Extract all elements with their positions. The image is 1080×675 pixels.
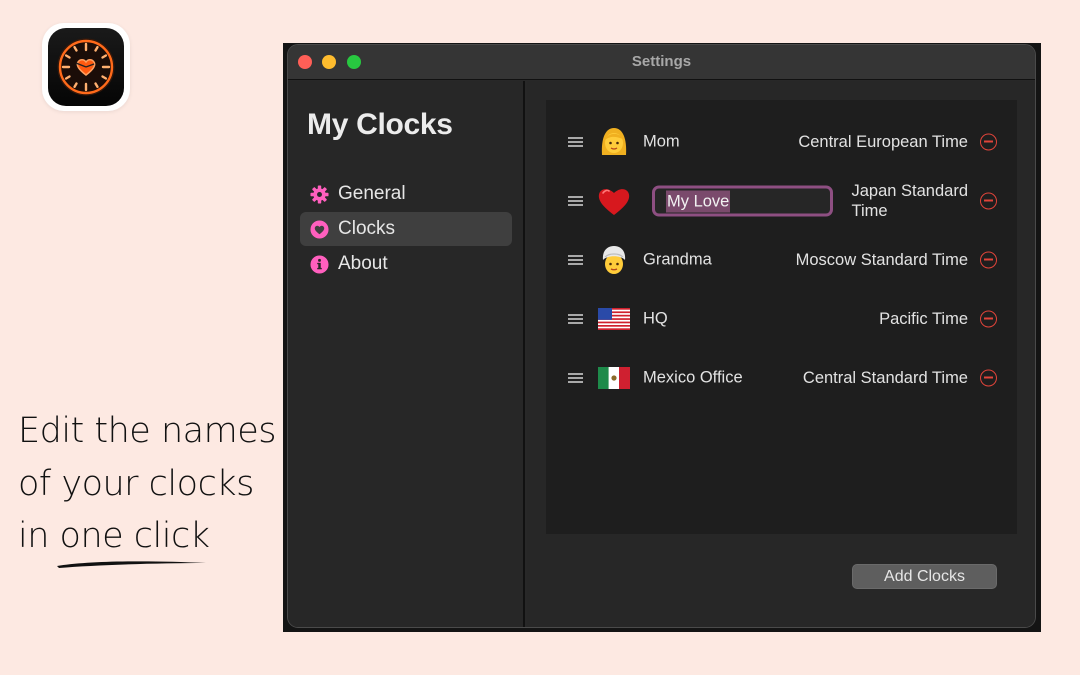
clock-name[interactable]: HQ: [643, 310, 668, 329]
remove-clock-button[interactable]: [980, 133, 997, 151]
clock-name[interactable]: Mexico Office: [643, 369, 743, 388]
clock-timezone: Pacific Time: [879, 310, 968, 328]
gear-icon: [309, 184, 329, 204]
clock-name[interactable]: Mom: [643, 133, 680, 152]
sidebar-title: My Clocks: [307, 108, 453, 141]
sidebar-item-about[interactable]: About: [300, 247, 512, 281]
caption-line-2: of your clocks: [18, 463, 254, 504]
clock-timezone: Japan Standard Time: [851, 181, 968, 221]
sidebar-item-clocks[interactable]: Clocks: [300, 212, 512, 246]
remove-clock-button[interactable]: [980, 310, 997, 328]
heart-circle-icon: [309, 219, 329, 239]
clock-name[interactable]: Grandma: [643, 251, 712, 270]
clock-heart-icon: [57, 38, 115, 96]
drag-handle-icon[interactable]: [568, 137, 583, 147]
us-flag-emoji-icon: [597, 302, 631, 336]
info-circle-icon: [309, 254, 329, 274]
drag-handle-icon[interactable]: [568, 196, 583, 206]
person-turban-emoji-icon: [597, 243, 631, 277]
clock-name-input[interactable]: My Love: [652, 185, 833, 217]
caption-line-1: Edit the names: [18, 411, 276, 451]
clock-timezone: Moscow Standard Time: [795, 251, 968, 269]
add-clocks-button[interactable]: Add Clocks: [852, 564, 997, 589]
sidebar: My Clocks General Clocks About: [288, 81, 525, 627]
mexico-flag-emoji-icon: [597, 361, 631, 395]
sidebar-item-label: General: [338, 183, 406, 204]
drag-handle-icon[interactable]: [568, 314, 583, 324]
title-bar: Settings: [288, 45, 1035, 80]
clock-row-editing: My Love Japan Standard Time: [546, 176, 1017, 226]
clock-row: Mexico Office Central Standard Time: [546, 353, 1017, 403]
remove-clock-button[interactable]: [980, 251, 997, 269]
caption-line-3: in one click: [18, 516, 210, 556]
drag-handle-icon[interactable]: [568, 373, 583, 383]
app-icon: [42, 23, 130, 111]
clock-row: Mom Central European Time: [546, 117, 1017, 167]
sidebar-item-label: Clocks: [338, 218, 396, 239]
remove-clock-button[interactable]: [980, 369, 997, 387]
clock-row: HQ Pacific Time: [546, 294, 1017, 344]
clock-timezone: Central Standard Time: [802, 369, 968, 387]
sidebar-item-general[interactable]: General: [300, 177, 512, 211]
drag-handle-icon[interactable]: [568, 255, 583, 265]
clock-row: Grandma Moscow Standard Time: [546, 235, 1017, 285]
selected-name-text: My Love: [666, 190, 731, 212]
timezone-line-2: Time: [851, 202, 888, 220]
clock-list: Mom Central European Time My Love Japan …: [546, 100, 1017, 534]
woman-emoji-icon: [597, 125, 631, 159]
clock-timezone: Central European Time: [798, 133, 968, 151]
remove-clock-button[interactable]: [980, 192, 997, 210]
clocks-pane: Mom Central European Time My Love Japan …: [527, 81, 1035, 627]
underline-brush-stroke: [57, 561, 206, 568]
sidebar-item-label: About: [338, 253, 388, 274]
caption: Edit the names of your clocks in one cli…: [18, 405, 276, 563]
red-heart-emoji-icon: [597, 184, 631, 218]
window-title: Settings: [631, 53, 692, 70]
timezone-line-1: Japan Standard: [851, 182, 968, 200]
settings-window: Settings My Clocks General Clocks About …: [287, 44, 1036, 628]
